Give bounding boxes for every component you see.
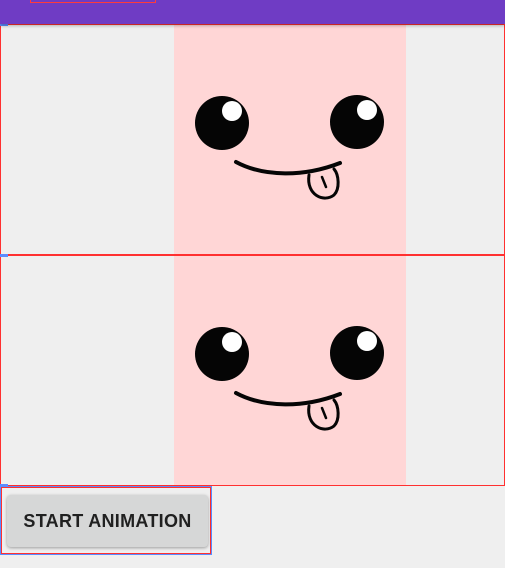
top-animation-panel xyxy=(0,23,505,255)
smiley-face-tongue-icon xyxy=(195,95,384,200)
face-image-container xyxy=(174,256,406,485)
bottom-animation-panel xyxy=(0,254,505,487)
face-image-container xyxy=(174,25,406,254)
smiley-face-tongue-icon xyxy=(195,326,384,431)
start-animation-button[interactable]: START ANIMATION xyxy=(7,495,208,547)
app-window: START ANIMATION xyxy=(0,0,505,568)
app-toolbar xyxy=(0,0,505,24)
layout-marker xyxy=(0,254,8,257)
toolbar-highlight-outline xyxy=(30,0,156,3)
